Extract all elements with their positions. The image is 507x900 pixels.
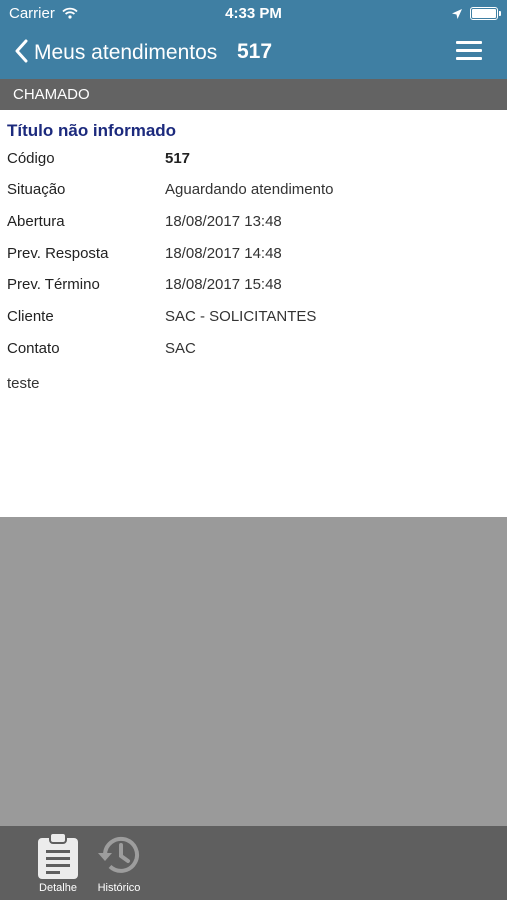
section-header: CHAMADO xyxy=(0,79,507,110)
navigation-bar: Meus atendimentos 517 xyxy=(0,28,507,79)
field-row-prev-termino: Prev. Término 18/08/2017 15:48 xyxy=(7,276,497,296)
field-label: Situação xyxy=(7,181,66,198)
chevron-left-icon xyxy=(14,39,28,68)
field-value: 18/08/2017 14:48 xyxy=(165,245,282,262)
ticket-title: Título não informado xyxy=(7,121,177,140)
field-row-codigo: Código 517 xyxy=(7,150,497,170)
status-time: 4:33 PM xyxy=(225,5,282,22)
ticket-detail: Título não informado Código 517 Situação… xyxy=(0,110,507,517)
field-label: Código xyxy=(7,150,55,167)
field-value: SAC xyxy=(165,340,196,357)
hamburger-menu-icon[interactable] xyxy=(456,41,482,63)
field-row-abertura: Abertura 18/08/2017 13:48 xyxy=(7,213,497,233)
field-label: Abertura xyxy=(7,213,65,230)
battery-icon xyxy=(470,7,498,20)
field-value: SAC - SOLICITANTES xyxy=(165,308,317,325)
field-label: Cliente xyxy=(7,308,54,325)
ticket-description: teste xyxy=(7,375,40,392)
field-row-situacao: Situação Aguardando atendimento xyxy=(7,181,497,201)
tab-bar: Detalhe Histórico xyxy=(0,826,507,900)
history-icon xyxy=(98,836,139,873)
field-value: Aguardando atendimento xyxy=(165,181,334,198)
status-bar: Carrier 4:33 PM xyxy=(0,0,507,28)
field-row-cliente: Cliente SAC - SOLICITANTES xyxy=(7,308,497,328)
tab-historico[interactable]: Histórico xyxy=(84,826,154,900)
field-label: Contato xyxy=(7,340,60,357)
top-bar: Carrier 4:33 PM Meus atendimentos 517 xyxy=(0,0,507,79)
back-label: Meus atendimentos xyxy=(34,41,218,64)
tab-detalhe[interactable]: Detalhe xyxy=(23,826,93,900)
battery-tip xyxy=(499,11,501,16)
field-label: Prev. Término xyxy=(7,276,100,293)
tab-label: Detalhe xyxy=(39,882,77,894)
clipboard-icon xyxy=(38,832,78,879)
field-value: 18/08/2017 13:48 xyxy=(165,213,282,230)
tab-label: Histórico xyxy=(97,882,141,894)
field-row-contato: Contato SAC xyxy=(7,340,497,360)
ticket-number: 517 xyxy=(237,40,273,63)
field-value: 18/08/2017 15:48 xyxy=(165,276,282,293)
back-button[interactable]: Meus atendimentos xyxy=(14,39,217,67)
location-arrow-icon xyxy=(451,7,463,25)
field-label: Prev. Resposta xyxy=(7,245,109,262)
field-row-prev-resposta: Prev. Resposta 18/08/2017 14:48 xyxy=(7,245,497,265)
field-value: 517 xyxy=(165,150,191,167)
